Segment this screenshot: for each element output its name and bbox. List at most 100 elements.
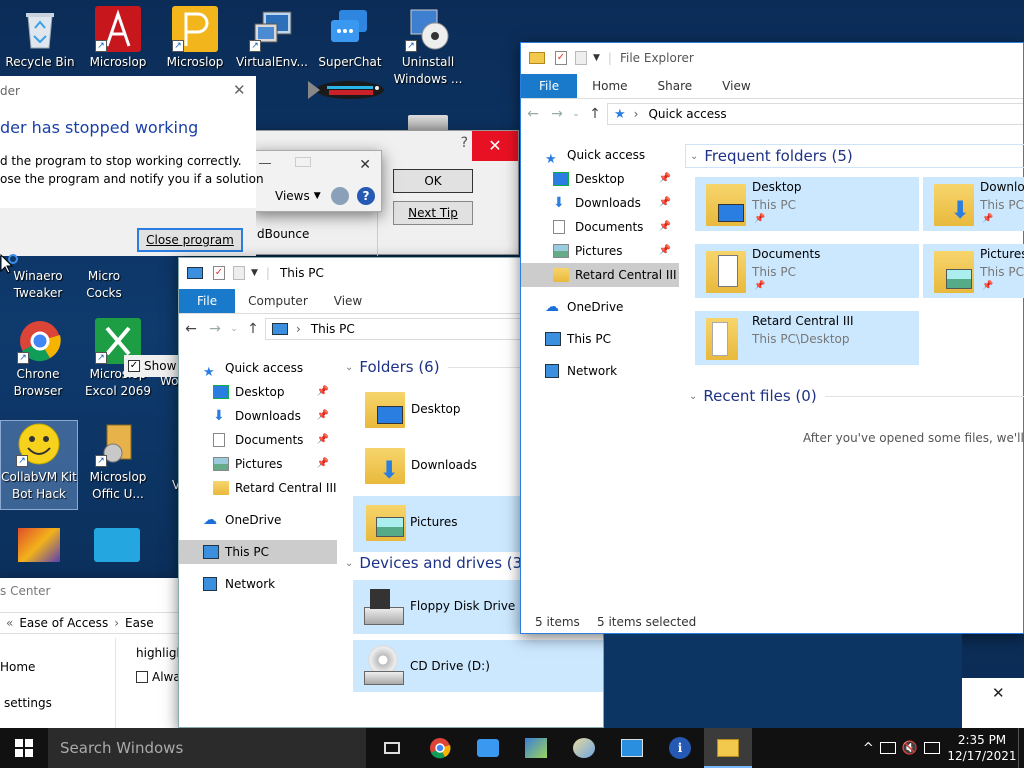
desktop-icon-microslop-publisher[interactable]: ↗ Microslop bbox=[155, 6, 235, 71]
close-icon[interactable]: ✕ bbox=[992, 684, 1005, 702]
breadcrumb-ease-of-access[interactable]: Ease of Access bbox=[19, 616, 108, 630]
forward-arrow-icon[interactable]: → bbox=[545, 106, 569, 122]
taskbar-app-2[interactable] bbox=[560, 728, 608, 768]
nav-network[interactable]: Network bbox=[179, 572, 337, 596]
nav-desktop[interactable]: Desktop 📌 bbox=[179, 380, 337, 404]
desktop-icon-superchat[interactable]: SuperChat bbox=[310, 6, 390, 71]
recent-files-header[interactable]: ⌄ Recent files (0) bbox=[685, 387, 1024, 405]
taskbar-app-3[interactable] bbox=[608, 728, 656, 768]
nav-pictures[interactable]: Pictures 📌 bbox=[521, 239, 679, 263]
customize-quick-access-icon[interactable]: ▼ bbox=[251, 268, 258, 278]
network-icon[interactable] bbox=[879, 742, 896, 754]
desktop-icon-uninstall-windows[interactable]: ↗ Uninstall Windows ... bbox=[388, 6, 468, 88]
recent-locations-icon[interactable]: ⌄ bbox=[227, 324, 241, 334]
nav-retard-central[interactable]: Retard Central III bbox=[179, 476, 337, 500]
pin-icon[interactable]: 📌 bbox=[317, 380, 329, 404]
checkbox-checked[interactable]: ✓ bbox=[128, 360, 140, 372]
maximize-icon[interactable] bbox=[295, 157, 311, 167]
back-arrow-icon[interactable]: ← bbox=[521, 106, 545, 122]
nav-downloads[interactable]: ⬇ Downloads 📌 bbox=[521, 191, 679, 215]
nav-onedrive[interactable]: ☁ OneDrive bbox=[179, 508, 337, 532]
ok-button[interactable]: OK bbox=[393, 169, 473, 193]
clock[interactable]: 2:35 PM 12/17/2021 bbox=[946, 732, 1018, 764]
always-checkbox-row[interactable]: Alwa bbox=[136, 670, 181, 684]
pin-icon[interactable]: 📌 bbox=[754, 281, 765, 291]
pin-icon[interactable]: 📌 bbox=[659, 239, 671, 263]
tab-file[interactable]: File bbox=[179, 289, 236, 313]
nav-onedrive[interactable]: ☁ OneDrive bbox=[521, 295, 679, 319]
nav-documents[interactable]: Documents 📌 bbox=[521, 215, 679, 239]
new-folder-icon[interactable] bbox=[233, 266, 245, 280]
pin-icon[interactable]: 📌 bbox=[659, 215, 671, 239]
tab-view[interactable]: View bbox=[707, 74, 765, 98]
tab-computer[interactable]: Computer bbox=[235, 289, 321, 313]
taskbar-file-explorer[interactable] bbox=[704, 728, 752, 768]
next-tip-button[interactable]: Next Tip bbox=[393, 201, 473, 225]
pin-icon[interactable]: 📌 bbox=[659, 191, 671, 215]
new-folder-icon[interactable] bbox=[575, 51, 587, 65]
customize-quick-access-icon[interactable]: ▼ bbox=[593, 53, 600, 63]
task-view-button[interactable] bbox=[368, 728, 416, 768]
desktop-icon-micro-cocks[interactable]: Micro Cocks bbox=[84, 268, 124, 302]
help-button[interactable]: ? bbox=[461, 135, 468, 151]
start-button[interactable] bbox=[0, 728, 48, 768]
forward-arrow-icon[interactable]: → bbox=[203, 321, 227, 337]
close-icon[interactable]: ✕ bbox=[233, 81, 246, 99]
pin-icon[interactable]: 📌 bbox=[982, 281, 993, 291]
minimize-icon[interactable] bbox=[259, 163, 271, 164]
chevron-up-icon[interactable]: ^ bbox=[863, 741, 874, 756]
folder-item-desktop[interactable]: Desktop bbox=[361, 386, 521, 438]
action-center-icon[interactable] bbox=[924, 742, 940, 754]
volume-muted-icon[interactable]: 🔇 bbox=[902, 741, 918, 756]
properties-icon[interactable]: ✓ bbox=[555, 51, 567, 65]
address-bar[interactable]: ★ › Quick access bbox=[607, 103, 1023, 125]
pin-icon[interactable]: 📌 bbox=[317, 452, 329, 476]
nav-documents[interactable]: Documents 📌 bbox=[179, 428, 337, 452]
taskbar-superchat[interactable] bbox=[464, 728, 512, 768]
tab-view[interactable]: View bbox=[321, 289, 375, 313]
show-checkbox-row[interactable]: ✓ Show bbox=[124, 355, 180, 377]
frequent-folder-retard-central[interactable]: Retard Central III This PC\Desktop bbox=[695, 311, 919, 365]
nav-quick-access[interactable]: ★ Quick access bbox=[179, 356, 337, 380]
gear-icon[interactable] bbox=[331, 187, 349, 205]
nav-pictures[interactable]: Pictures 📌 bbox=[179, 452, 337, 476]
recent-locations-icon[interactable]: ⌄ bbox=[569, 109, 583, 119]
frequent-folder-pictures[interactable]: Pictures This PC 📌 bbox=[923, 244, 1024, 298]
nav-this-pc[interactable]: This PC bbox=[179, 540, 337, 564]
pin-icon[interactable]: 📌 bbox=[982, 214, 993, 224]
frequent-folders-header[interactable]: ⌄ Frequent folders (5) bbox=[685, 144, 1024, 168]
nav-home-link[interactable]: Home bbox=[0, 660, 35, 674]
desktop-icon-office[interactable]: ↗ Microslop Offic U... bbox=[78, 421, 158, 503]
close-button[interactable]: ✕ bbox=[472, 131, 518, 161]
frequent-folder-downloads[interactable]: ⬇ Downloa This PC 📌 bbox=[923, 177, 1024, 231]
tab-file[interactable]: File bbox=[521, 74, 578, 98]
help-icon[interactable]: ? bbox=[357, 187, 375, 205]
show-desktop-button[interactable] bbox=[1018, 728, 1024, 768]
taskbar-info[interactable]: i bbox=[656, 728, 704, 768]
pin-icon[interactable]: 📌 bbox=[659, 167, 671, 191]
desktop-icon-microslop-access[interactable]: ↗ Microslop bbox=[78, 6, 158, 71]
close-program-button[interactable]: Close program bbox=[137, 228, 243, 252]
back-arrow-icon[interactable]: ← bbox=[179, 321, 203, 337]
pin-icon[interactable]: 📌 bbox=[754, 214, 765, 224]
desktop-icon-virtualenv[interactable]: ↗ VirtualEnv... bbox=[232, 6, 312, 71]
search-box[interactable]: Search Windows bbox=[48, 728, 366, 768]
nav-retard-central[interactable]: Retard Central III bbox=[521, 263, 679, 287]
nav-settings-link[interactable]: settings bbox=[4, 696, 52, 710]
tab-share[interactable]: Share bbox=[643, 74, 708, 98]
frequent-folder-desktop[interactable]: Desktop This PC 📌 bbox=[695, 177, 919, 231]
desktop-icon-recycle-bin[interactable]: Recycle Bin bbox=[0, 6, 80, 71]
up-arrow-icon[interactable]: ↑ bbox=[583, 106, 607, 122]
taskbar-chrome[interactable] bbox=[416, 728, 464, 768]
checkbox[interactable] bbox=[136, 671, 148, 683]
desktop-icon-collabvm[interactable]: ↗ CollabVM Kit Bot Hack bbox=[0, 420, 78, 510]
pin-icon[interactable]: 📌 bbox=[317, 404, 329, 428]
nav-downloads[interactable]: ⬇ Downloads 📌 bbox=[179, 404, 337, 428]
tab-home[interactable]: Home bbox=[577, 74, 642, 98]
up-arrow-icon[interactable]: ↑ bbox=[241, 321, 265, 337]
nav-desktop[interactable]: Desktop 📌 bbox=[521, 167, 679, 191]
drive-item-cd[interactable]: CD Drive (D:) bbox=[353, 640, 603, 692]
pin-icon[interactable]: 📌 bbox=[317, 428, 329, 452]
frequent-folder-documents[interactable]: Documents This PC 📌 bbox=[695, 244, 919, 298]
nav-network[interactable]: Network bbox=[521, 359, 679, 383]
